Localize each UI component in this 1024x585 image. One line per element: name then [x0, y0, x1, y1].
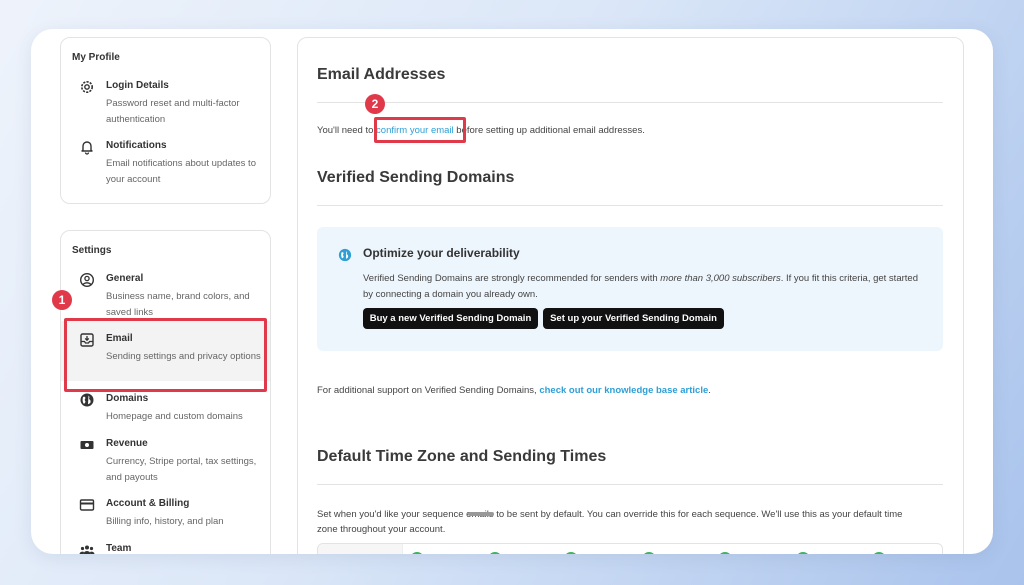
user-circle-icon	[79, 272, 95, 288]
divider	[317, 205, 943, 206]
sidebar-item-label: Account & Billing	[106, 498, 190, 509]
domains-support-text: For additional support on Verified Sendi…	[317, 385, 711, 396]
sidebar-item-desc: Currency, Stripe portal, tax settings, a…	[106, 456, 257, 483]
annotation-badge-2: 2	[365, 94, 385, 114]
sidebar-item-domains[interactable]: Domains Homepage and custom domains	[61, 392, 270, 428]
callout-body-text: Verified Sending Domains are strongly re…	[363, 273, 661, 284]
support-text: For additional support on Verified Sendi…	[317, 385, 540, 396]
globe-icon	[338, 248, 352, 262]
sending-times-table	[317, 543, 943, 554]
sidebar-item-desc: Password reset and multi-factor authenti…	[106, 98, 240, 125]
timezone-desc: Set when you'd like your sequence emails…	[317, 507, 902, 537]
app-window: My Profile Login Details Password reset …	[31, 29, 993, 554]
sidebar-item-label: General	[106, 273, 144, 284]
day-toggle[interactable]	[872, 552, 886, 554]
divider	[317, 484, 943, 485]
timezone-heading: Default Time Zone and Sending Times	[317, 448, 607, 465]
sidebar-item-account-billing[interactable]: Account & Billing Billing info, history,…	[61, 497, 270, 533]
deliverability-callout: Optimize your deliverability Verified Se…	[317, 227, 943, 351]
email-addresses-heading: Email Addresses	[317, 66, 446, 83]
callout-body-emphasis: more than 3,000 subscribers	[660, 273, 781, 284]
profile-card: My Profile Login Details Password reset …	[60, 37, 271, 204]
bell-icon	[79, 139, 95, 155]
day-toggle[interactable]	[564, 552, 578, 554]
settings-card: Settings General Business name, brand co…	[60, 230, 271, 554]
sidebar-item-revenue[interactable]: Revenue Currency, Stripe portal, tax set…	[61, 437, 270, 487]
day-toggle[interactable]	[642, 552, 656, 554]
buy-domain-button[interactable]: Buy a new Verified Sending Domain	[363, 308, 538, 329]
main-panel: Email Addresses You'll need to confirm y…	[297, 37, 964, 554]
sidebar-item-label: Notifications	[106, 140, 167, 151]
verified-domains-heading: Verified Sending Domains	[317, 169, 515, 186]
sidebar-item-team[interactable]: Team	[61, 542, 270, 554]
sidebar-item-notifications[interactable]: Notifications Email notifications about …	[61, 139, 270, 189]
highlight-box-confirm	[374, 117, 466, 143]
sending-times-label-cell	[318, 544, 403, 554]
sidebar-item-label: Domains	[106, 393, 149, 404]
sidebar-item-desc: Business name, brand colors, and saved l…	[106, 291, 250, 318]
sidebar-item-label: Team	[106, 543, 132, 554]
sidebar-item-desc: Homepage and custom domains	[106, 411, 243, 422]
profile-card-title: My Profile	[72, 52, 120, 63]
settings-card-title: Settings	[72, 245, 112, 256]
callout-body: Verified Sending Domains are strongly re…	[363, 271, 923, 303]
sidebar-item-general[interactable]: General Business name, brand colors, and…	[61, 272, 270, 322]
setup-domain-button[interactable]: Set up your Verified Sending Domain	[543, 308, 724, 329]
sidebar-item-desc: Billing info, history, and plan	[106, 516, 224, 527]
credit-card-icon	[79, 497, 95, 513]
globe-icon	[79, 392, 95, 408]
timezone-desc-line: Set when you'd like your sequence emails…	[317, 509, 903, 520]
notice-text-after: before setting up additional email addre…	[453, 125, 645, 136]
annotation-badge-1: 1	[52, 290, 72, 310]
highlight-box-email	[64, 318, 267, 392]
knowledge-base-link[interactable]: check out our knowledge base article	[539, 385, 708, 396]
day-toggle[interactable]	[488, 552, 502, 554]
sidebar-item-label: Revenue	[106, 438, 148, 449]
day-toggle[interactable]	[796, 552, 810, 554]
sidebar-item-login-details[interactable]: Login Details Password reset and multi-f…	[61, 79, 270, 129]
notice-text-before: You'll need to	[317, 125, 377, 136]
divider	[317, 102, 943, 103]
support-text-end: .	[708, 385, 711, 396]
callout-title: Optimize your deliverability	[363, 246, 520, 260]
money-icon	[79, 437, 95, 453]
gear-icon	[79, 79, 95, 95]
timezone-desc-line: zone throughout your account.	[317, 524, 446, 535]
scroll-handle[interactable]	[468, 512, 494, 516]
day-toggle[interactable]	[410, 552, 424, 554]
sidebar-item-label: Login Details	[106, 80, 169, 91]
confirm-email-notice: You'll need to confirm your email before…	[317, 125, 645, 136]
day-toggle[interactable]	[718, 552, 732, 554]
sidebar-item-desc: Email notifications about updates to you…	[106, 158, 256, 185]
team-icon	[79, 542, 95, 554]
